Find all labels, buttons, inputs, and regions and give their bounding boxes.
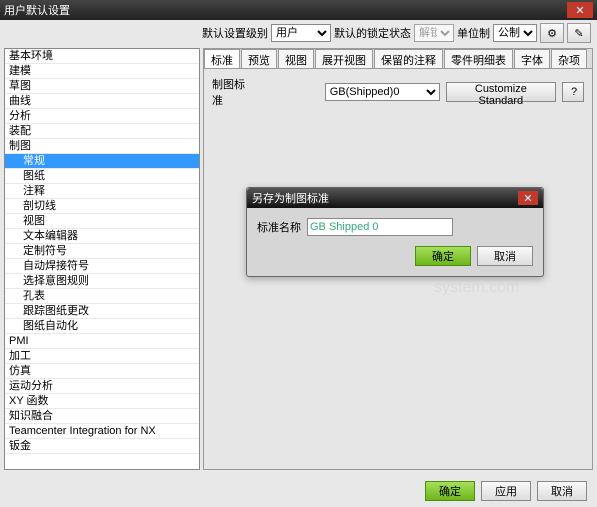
tree-item[interactable]: XY 函数	[5, 394, 199, 409]
dialog-close-icon[interactable]: ✕	[518, 191, 538, 205]
toolbar: 默认设置级别 用户 默认的锁定状态 解锁 单位制 公制 ⚙ ✎	[0, 20, 597, 46]
tree-item[interactable]: 建模	[5, 64, 199, 79]
tree-item[interactable]: 加工	[5, 349, 199, 364]
tree-item[interactable]: PMI	[5, 334, 199, 349]
dialog-title: 另存为制图标准	[252, 190, 518, 206]
tree-item[interactable]: 钣金	[5, 439, 199, 454]
tree-item[interactable]: 视图	[5, 214, 199, 229]
watermark: system.com	[434, 279, 519, 297]
tree-item[interactable]: 知识融合	[5, 409, 199, 424]
save-as-dialog: 另存为制图标准 ✕ 标准名称 确定 取消	[246, 187, 544, 277]
apply-button[interactable]: 应用	[481, 481, 531, 501]
name-label: 标准名称	[257, 219, 301, 235]
tree-item[interactable]: 常规	[5, 154, 199, 169]
lock-select[interactable]: 解锁	[414, 24, 454, 42]
dialog-ok-button[interactable]: 确定	[415, 246, 471, 266]
help-button[interactable]: ?	[562, 82, 584, 102]
tree-item[interactable]: Teamcenter Integration for NX	[5, 424, 199, 439]
level-select[interactable]: 用户	[271, 24, 331, 42]
tool-icon-1[interactable]: ⚙	[540, 23, 564, 43]
close-icon[interactable]: ✕	[567, 2, 593, 18]
standard-select[interactable]: GB(Shipped)0	[325, 83, 440, 101]
footer-buttons: 确定 应用 取消	[425, 481, 587, 501]
name-input[interactable]	[307, 218, 453, 236]
tree-item[interactable]: 图纸自动化	[5, 319, 199, 334]
tree-item[interactable]: 定制符号	[5, 244, 199, 259]
tree-item[interactable]: 孔表	[5, 289, 199, 304]
tree-item[interactable]: 草图	[5, 79, 199, 94]
tree-item[interactable]: 分析	[5, 109, 199, 124]
tree-item[interactable]: 选择意图规则	[5, 274, 199, 289]
tab[interactable]: 杂项	[551, 49, 587, 68]
ok-button[interactable]: 确定	[425, 481, 475, 501]
tree-item[interactable]: 文本编辑器	[5, 229, 199, 244]
tool-icon-2[interactable]: ✎	[567, 23, 591, 43]
tab[interactable]: 展开视图	[315, 49, 373, 68]
unit-label: 单位制	[457, 25, 490, 41]
tab[interactable]: 预览	[241, 49, 277, 68]
tab[interactable]: 视图	[278, 49, 314, 68]
tab-bar: 标准预览视图展开视图保留的注释零件明细表字体杂项	[204, 49, 592, 69]
lock-label: 默认的锁定状态	[334, 25, 411, 41]
window-title: 用户默认设置	[4, 2, 567, 18]
tab[interactable]: 保留的注释	[374, 49, 443, 68]
level-label: 默认设置级别	[202, 25, 268, 41]
tab[interactable]: 标准	[204, 49, 240, 68]
content-panel: 标准预览视图展开视图保留的注释零件明细表字体杂项 制图标准 GB(Shipped…	[203, 48, 593, 470]
cancel-button[interactable]: 取消	[537, 481, 587, 501]
category-tree[interactable]: 基本环境建模草图曲线分析装配制图常规图纸注释剖切线视图文本编辑器定制符号自动焊接…	[4, 48, 200, 470]
tree-item[interactable]: 曲线	[5, 94, 199, 109]
tree-item[interactable]: 仿真	[5, 364, 199, 379]
tree-item[interactable]: 运动分析	[5, 379, 199, 394]
tree-item[interactable]: 图纸	[5, 169, 199, 184]
tree-item[interactable]: 装配	[5, 124, 199, 139]
tree-item[interactable]: 制图	[5, 139, 199, 154]
customize-standard-button[interactable]: Customize Standard	[446, 82, 556, 102]
tree-item[interactable]: 基本环境	[5, 49, 199, 64]
tree-item[interactable]: 注释	[5, 184, 199, 199]
unit-select[interactable]: 公制	[493, 24, 537, 42]
tree-item[interactable]: 自动焊接符号	[5, 259, 199, 274]
dialog-cancel-button[interactable]: 取消	[477, 246, 533, 266]
tab[interactable]: 零件明细表	[444, 49, 513, 68]
tree-item[interactable]: 剖切线	[5, 199, 199, 214]
tab[interactable]: 字体	[514, 49, 550, 68]
param-label: 制图标准	[212, 76, 253, 108]
tree-item[interactable]: 跟踪图纸更改	[5, 304, 199, 319]
